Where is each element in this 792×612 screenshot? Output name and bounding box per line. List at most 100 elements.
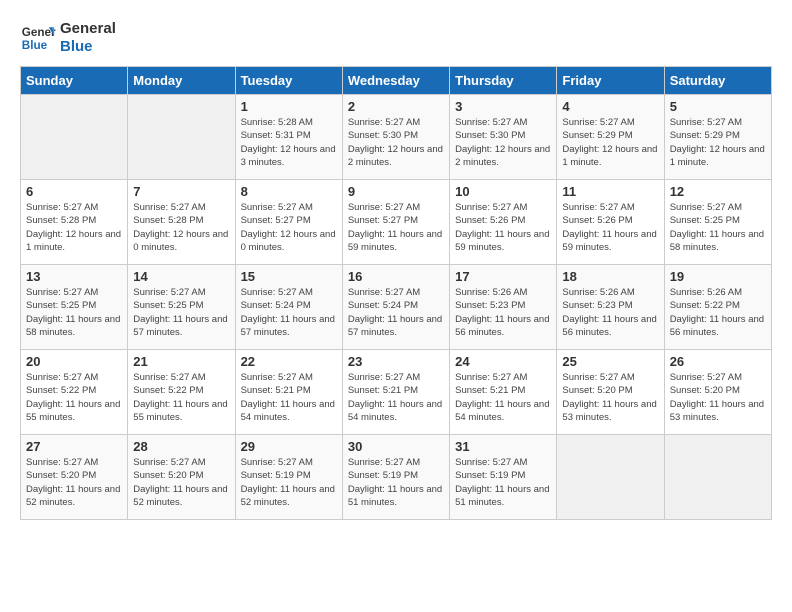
cell-info: Sunrise: 5:27 AM Sunset: 5:20 PM Dayligh… xyxy=(26,456,122,509)
cell-info: Sunrise: 5:27 AM Sunset: 5:26 PM Dayligh… xyxy=(562,201,658,254)
cell-info: Sunrise: 5:27 AM Sunset: 5:22 PM Dayligh… xyxy=(133,371,229,424)
calendar-week-row: 6 Sunrise: 5:27 AM Sunset: 5:28 PM Daylig… xyxy=(21,180,772,265)
calendar-cell: 8 Sunrise: 5:27 AM Sunset: 5:27 PM Daylig… xyxy=(235,180,342,265)
day-number: 7 xyxy=(133,184,229,199)
calendar-cell: 3Sunrise: 5:27 AM Sunset: 5:30 PM Daylig… xyxy=(450,95,557,180)
calendar-cell: 26 Sunrise: 5:27 AM Sunset: 5:20 PM Dayli… xyxy=(664,350,771,435)
calendar-cell xyxy=(128,95,235,180)
cell-info: Sunrise: 5:26 AM Sunset: 5:22 PM Dayligh… xyxy=(670,286,766,339)
day-number: 15 xyxy=(241,269,337,284)
calendar-week-row: 13 Sunrise: 5:27 AM Sunset: 5:25 PM Dayli… xyxy=(21,265,772,350)
calendar-cell: 5Sunrise: 5:27 AM Sunset: 5:29 PM Daylig… xyxy=(664,95,771,180)
day-number: 2 xyxy=(348,99,444,114)
day-number: 24 xyxy=(455,354,551,369)
day-number: 6 xyxy=(26,184,122,199)
day-number: 20 xyxy=(26,354,122,369)
calendar-cell xyxy=(557,435,664,520)
day-number: 16 xyxy=(348,269,444,284)
cell-info: Sunrise: 5:26 AM Sunset: 5:23 PM Dayligh… xyxy=(562,286,658,339)
calendar-cell: 4 Sunrise: 5:27 AM Sunset: 5:29 PM Daylig… xyxy=(557,95,664,180)
cell-info: Sunrise: 5:27 AM Sunset: 5:25 PM Dayligh… xyxy=(670,201,766,254)
calendar-body: 1Sunrise: 5:28 AM Sunset: 5:31 PM Daylig… xyxy=(21,95,772,520)
logo-text-blue: Blue xyxy=(60,38,116,56)
calendar-cell xyxy=(664,435,771,520)
cell-info: Sunrise: 5:27 AM Sunset: 5:27 PM Dayligh… xyxy=(241,201,337,254)
cell-info: Sunrise: 5:27 AM Sunset: 5:29 PM Dayligh… xyxy=(562,116,658,169)
day-number: 11 xyxy=(562,184,658,199)
day-header-sunday: Sunday xyxy=(21,67,128,95)
logo: General Blue General Blue xyxy=(20,20,116,56)
cell-info: Sunrise: 5:27 AM Sunset: 5:21 PM Dayligh… xyxy=(455,371,551,424)
calendar-cell: 30Sunrise: 5:27 AM Sunset: 5:19 PM Dayli… xyxy=(342,435,449,520)
cell-info: Sunrise: 5:27 AM Sunset: 5:19 PM Dayligh… xyxy=(455,456,551,509)
calendar-week-row: 27Sunrise: 5:27 AM Sunset: 5:20 PM Dayli… xyxy=(21,435,772,520)
day-number: 22 xyxy=(241,354,337,369)
day-number: 10 xyxy=(455,184,551,199)
cell-info: Sunrise: 5:27 AM Sunset: 5:26 PM Dayligh… xyxy=(455,201,551,254)
day-header-tuesday: Tuesday xyxy=(235,67,342,95)
day-header-monday: Monday xyxy=(128,67,235,95)
calendar-table: SundayMondayTuesdayWednesdayThursdayFrid… xyxy=(20,66,772,520)
day-number: 3 xyxy=(455,99,551,114)
calendar-cell: 13 Sunrise: 5:27 AM Sunset: 5:25 PM Dayli… xyxy=(21,265,128,350)
cell-info: Sunrise: 5:27 AM Sunset: 5:25 PM Dayligh… xyxy=(26,286,122,339)
calendar-cell: 2Sunrise: 5:27 AM Sunset: 5:30 PM Daylig… xyxy=(342,95,449,180)
cell-info: Sunrise: 5:27 AM Sunset: 5:21 PM Dayligh… xyxy=(241,371,337,424)
cell-info: Sunrise: 5:27 AM Sunset: 5:28 PM Dayligh… xyxy=(26,201,122,254)
calendar-cell: 19Sunrise: 5:26 AM Sunset: 5:22 PM Dayli… xyxy=(664,265,771,350)
calendar-cell: 27Sunrise: 5:27 AM Sunset: 5:20 PM Dayli… xyxy=(21,435,128,520)
calendar-cell: 11 Sunrise: 5:27 AM Sunset: 5:26 PM Dayli… xyxy=(557,180,664,265)
cell-info: Sunrise: 5:26 AM Sunset: 5:23 PM Dayligh… xyxy=(455,286,551,339)
calendar-cell: 21 Sunrise: 5:27 AM Sunset: 5:22 PM Dayli… xyxy=(128,350,235,435)
calendar-cell: 16Sunrise: 5:27 AM Sunset: 5:24 PM Dayli… xyxy=(342,265,449,350)
cell-info: Sunrise: 5:27 AM Sunset: 5:20 PM Dayligh… xyxy=(562,371,658,424)
day-number: 26 xyxy=(670,354,766,369)
day-number: 31 xyxy=(455,439,551,454)
header: General Blue General Blue xyxy=(20,20,772,56)
calendar-cell: 17 Sunrise: 5:26 AM Sunset: 5:23 PM Dayli… xyxy=(450,265,557,350)
calendar-cell: 1Sunrise: 5:28 AM Sunset: 5:31 PM Daylig… xyxy=(235,95,342,180)
day-number: 5 xyxy=(670,99,766,114)
day-number: 17 xyxy=(455,269,551,284)
day-number: 18 xyxy=(562,269,658,284)
calendar-cell: 25Sunrise: 5:27 AM Sunset: 5:20 PM Dayli… xyxy=(557,350,664,435)
cell-info: Sunrise: 5:27 AM Sunset: 5:19 PM Dayligh… xyxy=(241,456,337,509)
day-number: 14 xyxy=(133,269,229,284)
day-header-saturday: Saturday xyxy=(664,67,771,95)
cell-info: Sunrise: 5:28 AM Sunset: 5:31 PM Dayligh… xyxy=(241,116,337,169)
calendar-header-row: SundayMondayTuesdayWednesdayThursdayFrid… xyxy=(21,67,772,95)
calendar-cell xyxy=(21,95,128,180)
cell-info: Sunrise: 5:27 AM Sunset: 5:24 PM Dayligh… xyxy=(241,286,337,339)
calendar-cell: 12 Sunrise: 5:27 AM Sunset: 5:25 PM Dayli… xyxy=(664,180,771,265)
day-number: 4 xyxy=(562,99,658,114)
calendar-cell: 31 Sunrise: 5:27 AM Sunset: 5:19 PM Dayli… xyxy=(450,435,557,520)
cell-info: Sunrise: 5:27 AM Sunset: 5:27 PM Dayligh… xyxy=(348,201,444,254)
calendar-cell: 14 Sunrise: 5:27 AM Sunset: 5:25 PM Dayli… xyxy=(128,265,235,350)
calendar-cell: 22 Sunrise: 5:27 AM Sunset: 5:21 PM Dayli… xyxy=(235,350,342,435)
logo-icon: General Blue xyxy=(20,20,56,56)
calendar-cell: 9Sunrise: 5:27 AM Sunset: 5:27 PM Daylig… xyxy=(342,180,449,265)
day-number: 28 xyxy=(133,439,229,454)
calendar-cell: 7 Sunrise: 5:27 AM Sunset: 5:28 PM Daylig… xyxy=(128,180,235,265)
calendar-cell: 18 Sunrise: 5:26 AM Sunset: 5:23 PM Dayli… xyxy=(557,265,664,350)
day-number: 21 xyxy=(133,354,229,369)
cell-info: Sunrise: 5:27 AM Sunset: 5:20 PM Dayligh… xyxy=(133,456,229,509)
cell-info: Sunrise: 5:27 AM Sunset: 5:28 PM Dayligh… xyxy=(133,201,229,254)
calendar-week-row: 1Sunrise: 5:28 AM Sunset: 5:31 PM Daylig… xyxy=(21,95,772,180)
svg-text:Blue: Blue xyxy=(22,39,48,52)
cell-info: Sunrise: 5:27 AM Sunset: 5:25 PM Dayligh… xyxy=(133,286,229,339)
day-number: 29 xyxy=(241,439,337,454)
day-number: 13 xyxy=(26,269,122,284)
day-number: 23 xyxy=(348,354,444,369)
day-number: 12 xyxy=(670,184,766,199)
day-header-thursday: Thursday xyxy=(450,67,557,95)
cell-info: Sunrise: 5:27 AM Sunset: 5:20 PM Dayligh… xyxy=(670,371,766,424)
calendar-cell: 10 Sunrise: 5:27 AM Sunset: 5:26 PM Dayli… xyxy=(450,180,557,265)
calendar-cell: 6 Sunrise: 5:27 AM Sunset: 5:28 PM Daylig… xyxy=(21,180,128,265)
cell-info: Sunrise: 5:27 AM Sunset: 5:21 PM Dayligh… xyxy=(348,371,444,424)
calendar-cell: 29 Sunrise: 5:27 AM Sunset: 5:19 PM Dayli… xyxy=(235,435,342,520)
calendar-cell: 24 Sunrise: 5:27 AM Sunset: 5:21 PM Dayli… xyxy=(450,350,557,435)
day-number: 30 xyxy=(348,439,444,454)
calendar-cell: 23 Sunrise: 5:27 AM Sunset: 5:21 PM Dayli… xyxy=(342,350,449,435)
day-number: 8 xyxy=(241,184,337,199)
